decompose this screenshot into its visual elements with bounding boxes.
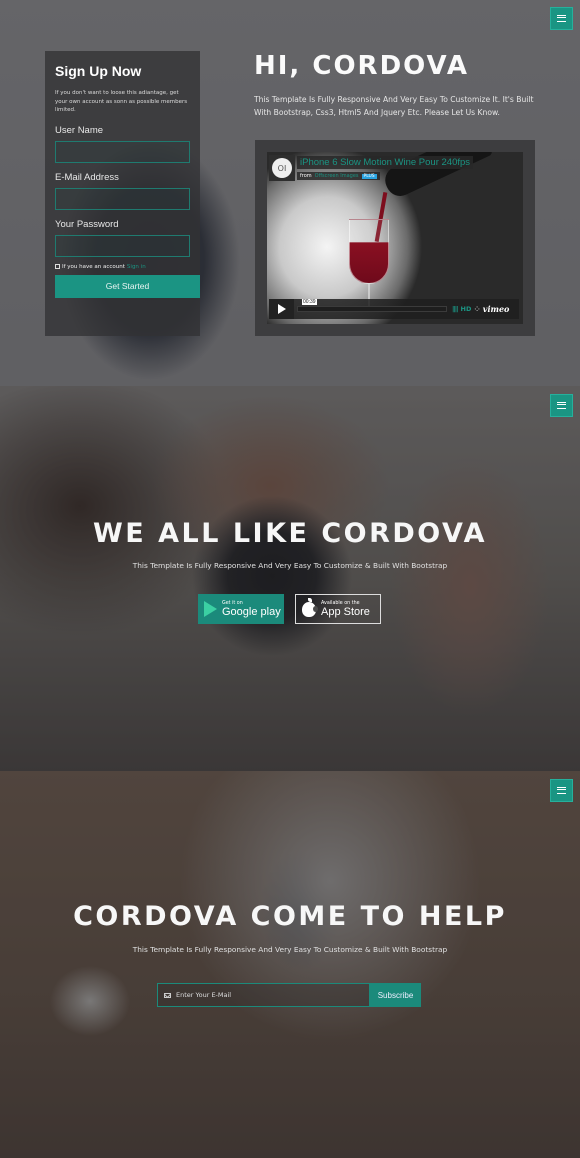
google-play-button[interactable]: Get it on Google play (198, 594, 284, 624)
hero-title: HI, CORDOVA (254, 51, 470, 81)
password-label: Your Password (55, 218, 119, 230)
email-input[interactable] (55, 187, 190, 210)
download-title: WE ALL LIKE CORDOVA (92, 518, 487, 549)
app-store-button[interactable]: Available on the App Store (295, 594, 381, 624)
channel-avatar[interactable]: OI (269, 155, 295, 181)
download-subtitle: This Template Is Fully Responsive And Ve… (132, 561, 448, 570)
play-icon (277, 304, 286, 314)
video-player: OI iPhone 6 Slow Motion Wine Pour 240fps… (255, 140, 535, 336)
sign-in-link[interactable]: Sign in (127, 264, 146, 270)
menu-button[interactable] (550, 7, 573, 30)
edit-icon (55, 264, 60, 269)
video-screen[interactable]: OI iPhone 6 Slow Motion Wine Pour 240fps… (267, 152, 523, 324)
hero-section: Sign Up Now If you don't want to loose t… (0, 0, 580, 386)
wine-glass-image (349, 219, 389, 284)
hamburger-menu-icon (557, 402, 566, 409)
channel-avatar-text: OI (272, 158, 292, 178)
apple-icon (302, 597, 318, 617)
hamburger-menu-icon (557, 787, 566, 794)
from-label: from (300, 173, 312, 179)
google-play-label: Google play (222, 605, 281, 618)
video-author-link[interactable]: Offscreen Images (315, 173, 359, 179)
fullscreen-icon[interactable]: ⁘ (474, 305, 479, 313)
volume-icon[interactable]: |||| (452, 305, 458, 313)
vimeo-logo[interactable]: vimeo (483, 304, 510, 314)
background-overlay (0, 771, 580, 1158)
download-section: WE ALL LIKE CORDOVA This Template Is Ful… (0, 386, 580, 771)
email-subscribe-input[interactable]: Enter Your E-Mail (157, 983, 370, 1007)
password-input[interactable] (55, 234, 190, 257)
hamburger-menu-icon (557, 15, 566, 22)
subscribe-button[interactable]: Subscribe (370, 983, 421, 1007)
signup-description: If you don't want to loose this adiantag… (55, 90, 188, 113)
progress-track[interactable]: 00:39 (297, 299, 447, 312)
store-buttons: Get it on Google play Available on the A… (198, 594, 381, 624)
subscribe-title: CORDOVA COME TO HELP (73, 901, 507, 932)
video-byline: from Offscreen Images PLUS (297, 172, 380, 180)
play-button[interactable] (269, 299, 294, 319)
signup-title: Sign Up Now (55, 63, 142, 79)
subscribe-form: Enter Your E-Mail Subscribe (157, 983, 421, 1007)
signup-form: Sign Up Now If you don't want to loose t… (45, 51, 200, 336)
menu-button[interactable] (550, 394, 573, 417)
subscribe-section: CORDOVA COME TO HELP This Template Is Fu… (0, 771, 580, 1158)
plus-badge: PLUS (361, 173, 377, 179)
background-overlay (0, 386, 580, 771)
control-bar: 00:39 |||| HD ⁘ vimeo (294, 299, 519, 319)
username-input[interactable] (55, 140, 190, 163)
username-label: User Name (55, 124, 104, 136)
hd-toggle[interactable]: HD (461, 305, 472, 313)
envelope-icon (164, 992, 171, 998)
email-placeholder: Enter Your E-Mail (176, 991, 232, 999)
get-started-button[interactable]: Get Started (55, 274, 200, 298)
video-controls: 00:39 |||| HD ⁘ vimeo (269, 299, 519, 319)
have-account-row: If you have an account Sign in (55, 264, 190, 270)
email-label: E-Mail Address (55, 171, 119, 183)
have-account-text: If you have an account (62, 263, 125, 270)
app-store-label: App Store (321, 605, 370, 618)
google-play-icon (204, 601, 217, 617)
hero-subtitle: This Template Is Fully Responsive And Ve… (254, 95, 534, 117)
video-control-icons: |||| HD ⁘ vimeo (452, 304, 509, 314)
menu-button[interactable] (550, 779, 573, 802)
subscribe-subtitle: This Template Is Fully Responsive And Ve… (132, 945, 448, 954)
video-time: 00:39 (302, 299, 317, 305)
video-title[interactable]: iPhone 6 Slow Motion Wine Pour 240fps (297, 156, 474, 169)
